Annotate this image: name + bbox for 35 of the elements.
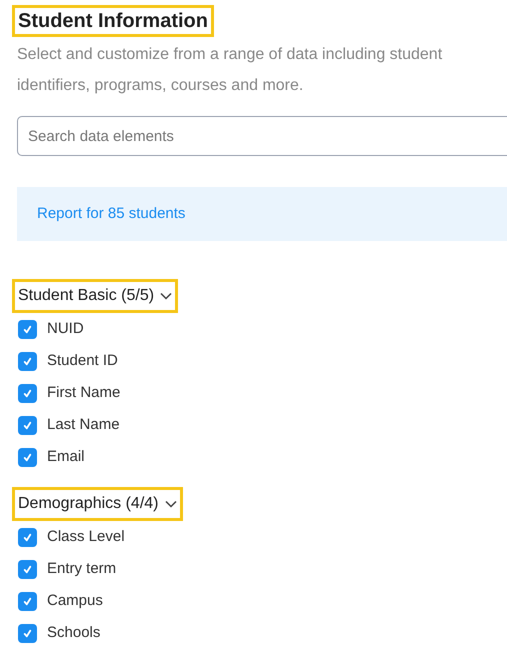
checkbox-label: Schools [47, 622, 100, 643]
search-field[interactable]: Search data elements [17, 116, 507, 156]
checkbox[interactable] [18, 384, 37, 402]
checkbox-label: Last Name [47, 414, 120, 435]
checkbox[interactable] [18, 592, 37, 610]
check-icon [22, 356, 33, 366]
checkbox[interactable] [18, 320, 37, 338]
checkbox[interactable] [18, 528, 37, 546]
checkbox-label: NUID [47, 318, 84, 339]
check-icon [22, 420, 33, 430]
checkbox[interactable] [18, 624, 37, 642]
check-icon [22, 628, 33, 638]
checkbox[interactable] [18, 416, 37, 434]
check-icon [22, 564, 33, 574]
chevron-icon [160, 292, 172, 300]
check-icon [22, 324, 33, 334]
group-header[interactable]: Student Basic (5/5) [12, 279, 178, 313]
checkbox[interactable] [18, 352, 37, 370]
chevron-icon [164, 500, 176, 508]
checkbox-label: First Name [47, 382, 120, 403]
page-title: Student Information [12, 5, 214, 37]
checkbox-label: Student ID [47, 350, 118, 371]
checkbox[interactable] [18, 560, 37, 578]
checkbox[interactable] [18, 448, 37, 466]
banner-text: Report for 85 students [37, 204, 186, 224]
check-icon [22, 388, 33, 398]
checkbox-label: Class Level [47, 526, 125, 547]
checkbox-label: Entry term [47, 558, 116, 579]
check-icon [22, 532, 33, 542]
checkbox-label: Email [47, 446, 85, 467]
check-icon [22, 452, 33, 462]
check-icon [22, 596, 33, 606]
group-header[interactable]: Demographics (4/4) [12, 487, 182, 521]
description-text: Select and customize from a range of data including student identifiers, programs, courses and more. [17, 45, 444, 96]
checkbox-label: Campus [47, 590, 103, 611]
